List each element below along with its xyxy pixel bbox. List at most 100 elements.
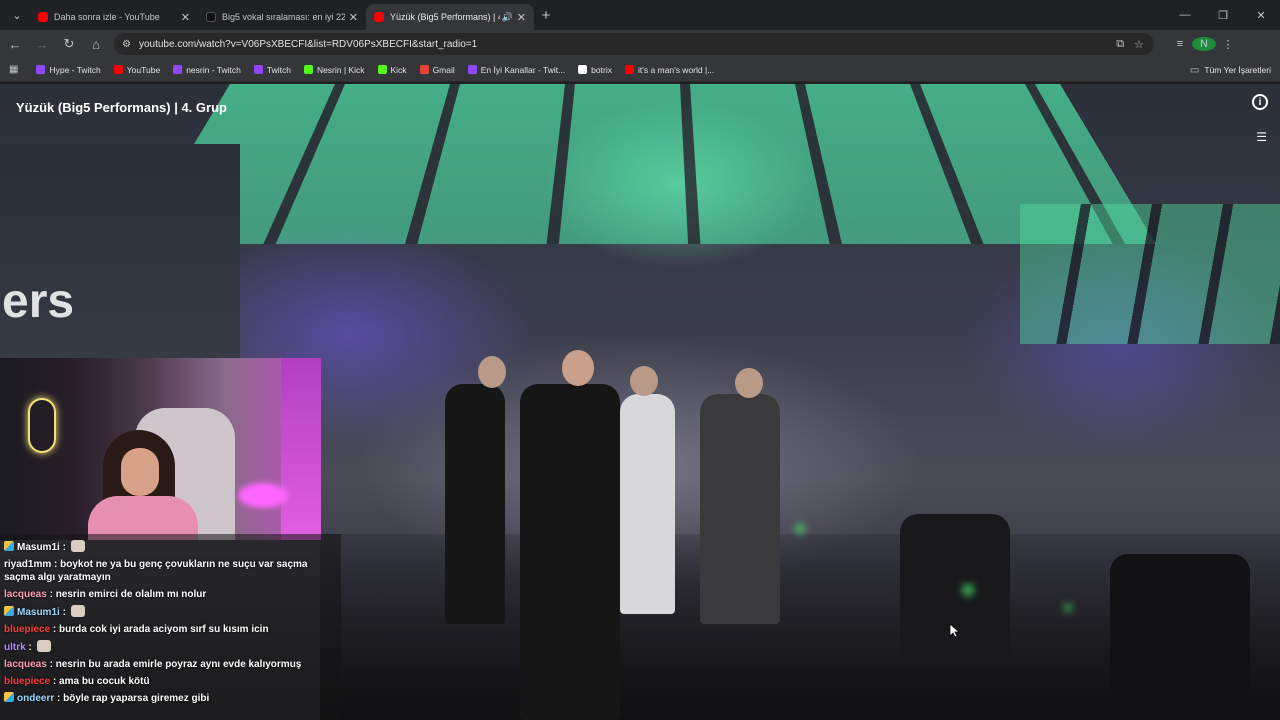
apps-grid-icon[interactable]: ▦ — [9, 64, 18, 75]
window-controls: — ❐ ✕ — [1166, 0, 1280, 30]
bookmark-item[interactable]: botrix — [578, 65, 612, 75]
bookmark-label: Twitch — [266, 64, 291, 75]
reload-icon[interactable]: ↻ — [57, 32, 81, 56]
youtube-icon — [38, 12, 48, 22]
subscriber-badge-icon — [4, 541, 14, 551]
chat-separator: : — [51, 559, 61, 570]
bookmark-item[interactable]: nesrin - Twitch — [173, 65, 241, 75]
bookmark-favicon-icon — [253, 65, 263, 74]
green-light — [1064, 604, 1072, 612]
chat-overlay: Masum1i : riyad1mm : boykot ne ya bu gen… — [0, 534, 341, 720]
bookmark-label: botrix — [591, 64, 612, 75]
home-icon[interactable]: ⌂ — [84, 32, 108, 56]
video-player[interactable]: ers Yüzük (Big5 Performans) | 4. Grup i … — [0, 84, 1280, 720]
tab-watch-later[interactable]: Daha sonra izle - YouTube ✕ — [30, 4, 198, 30]
performer-head — [478, 356, 506, 388]
minimize-icon[interactable]: — — [1166, 0, 1204, 30]
performer — [520, 384, 620, 720]
emote-icon — [36, 640, 51, 652]
bookmark-item[interactable]: En İyi Kanallar - Twit... — [467, 64, 566, 75]
chat-message: bluepiece : burda cok iyi arada aciyom s… — [0, 621, 341, 638]
bookmark-item[interactable]: Nesrin | Kick — [303, 65, 365, 75]
chat-message: lacqueas : nesrin bu arada emirle poyraz… — [0, 656, 341, 673]
tab-title: Big5 vokal sıralaması: en iyi 22-... — [222, 12, 345, 22]
close-icon[interactable]: ✕ — [349, 11, 358, 24]
chat-username[interactable]: lacqueas — [4, 659, 47, 670]
menu-icon[interactable]: ⋮ — [1216, 38, 1240, 51]
chat-message: Masum1i : — [0, 538, 341, 556]
bookmark-label: Hype - Twitch — [49, 64, 101, 75]
chat-text: böyle rap yaparsa giremez gibi — [63, 693, 210, 704]
restore-icon[interactable]: ❐ — [1204, 0, 1242, 30]
green-light — [795, 524, 805, 534]
chat-username[interactable]: ondeerr — [17, 693, 54, 704]
chat-message: riyad1mm : boykot ne ya bu genç çovuklar… — [0, 556, 341, 586]
bookmark-item[interactable]: YouTube — [113, 64, 161, 75]
audience-member — [900, 514, 1010, 664]
address-bar[interactable]: ⚙ youtube.com/watch?v=V06PsXBECFI&list=R… — [114, 33, 1154, 55]
tiktok-icon — [206, 12, 216, 22]
all-bookmarks-button[interactable]: ▭ Tüm Yer İşaretleri — [1190, 58, 1271, 82]
chat-username[interactable]: lacqueas — [4, 589, 47, 600]
chat-message: lacqueas : nesrin emirci de olalım mı no… — [0, 586, 341, 603]
performer — [700, 394, 780, 624]
chat-username[interactable]: Masum1i — [17, 607, 60, 618]
chat-separator: : — [59, 542, 69, 553]
chat-text: burda cok iyi arada aciyom sırf su kısım… — [59, 624, 269, 635]
chat-separator: : — [46, 589, 56, 600]
chat-username[interactable]: bluepiece — [4, 676, 50, 687]
site-info-icon[interactable]: ⚙ — [122, 39, 131, 50]
bookmark-star-icon[interactable]: ☆ — [1134, 38, 1144, 51]
emote-icon — [70, 540, 85, 552]
speaker-icon[interactable]: 🔊 — [502, 12, 513, 23]
bookmark-item[interactable]: Kick — [377, 64, 407, 75]
tab-yuzuk-video[interactable]: Yüzük (Big5 Performans) | 4... 🔊 ✕ — [366, 4, 534, 30]
bookmark-favicon-icon — [36, 65, 46, 74]
tab-big5-ranking[interactable]: Big5 vokal sıralaması: en iyi 22-... ✕ — [198, 4, 366, 30]
video-title[interactable]: Yüzük (Big5 Performans) | 4. Grup — [16, 100, 227, 115]
wall-sign-text: ers — [2, 275, 75, 328]
pink-lamp — [238, 483, 288, 508]
chat-username[interactable]: ultrk — [4, 642, 26, 653]
bookmark-favicon-icon — [467, 65, 477, 74]
chat-username[interactable]: bluepiece — [4, 624, 50, 635]
media-controls-icon[interactable]: ≡ — [1168, 38, 1192, 50]
chat-username[interactable]: riyad1mm — [4, 559, 51, 570]
bookmark-item[interactable]: it's a man's world |... — [624, 65, 714, 75]
back-icon[interactable]: ← — [3, 32, 27, 56]
emote-icon — [70, 605, 85, 617]
ceiling-lights — [134, 84, 1156, 244]
close-icon[interactable]: ✕ — [181, 11, 190, 24]
install-app-icon[interactable]: ⧉ — [1116, 38, 1124, 51]
bookmark-item[interactable]: Gmail — [419, 65, 455, 75]
bookmark-label: Kick — [390, 64, 407, 75]
close-window-icon[interactable]: ✕ — [1242, 0, 1280, 30]
new-tab-button[interactable]: + — [534, 7, 558, 24]
webcam-overlay — [0, 358, 321, 540]
bookmark-item[interactable]: Twitch — [253, 64, 291, 75]
chat-message: ultrk : — [0, 638, 341, 656]
forward-icon[interactable]: → — [30, 32, 54, 56]
performer-head — [630, 366, 658, 396]
chat-username[interactable]: Masum1i — [17, 542, 60, 553]
folder-icon: ▭ — [1189, 64, 1200, 76]
chat-separator: : — [46, 659, 56, 670]
tab-search-button[interactable]: ⌄ — [4, 4, 30, 26]
info-icon[interactable]: i — [1252, 94, 1268, 110]
playlist-icon[interactable]: ☰ — [1256, 130, 1267, 144]
profile-avatar[interactable]: N — [1192, 37, 1216, 51]
tab-strip: ⌄ Daha sonra izle - YouTube ✕ Big5 vokal… — [0, 0, 1280, 30]
chat-message: Masum1i : — [0, 603, 341, 621]
browser-toolbar: ← → ↻ ⌂ ⚙ youtube.com/watch?v=V06PsXBECF… — [0, 30, 1280, 58]
chat-separator: : — [50, 676, 60, 687]
bookmark-label: YouTube — [126, 64, 161, 75]
close-icon[interactable]: ✕ — [517, 11, 526, 24]
bookmark-label: En İyi Kanallar - Twit... — [480, 64, 566, 75]
bookmark-favicon-icon — [173, 65, 183, 74]
bookmark-item[interactable]: Hype - Twitch — [36, 64, 101, 75]
performer — [620, 394, 675, 614]
performer-head — [562, 350, 594, 386]
bookmark-favicon-icon — [419, 65, 429, 74]
neon-sign — [28, 398, 56, 453]
url-text[interactable]: youtube.com/watch?v=V06PsXBECFI&list=RDV… — [139, 39, 1116, 50]
